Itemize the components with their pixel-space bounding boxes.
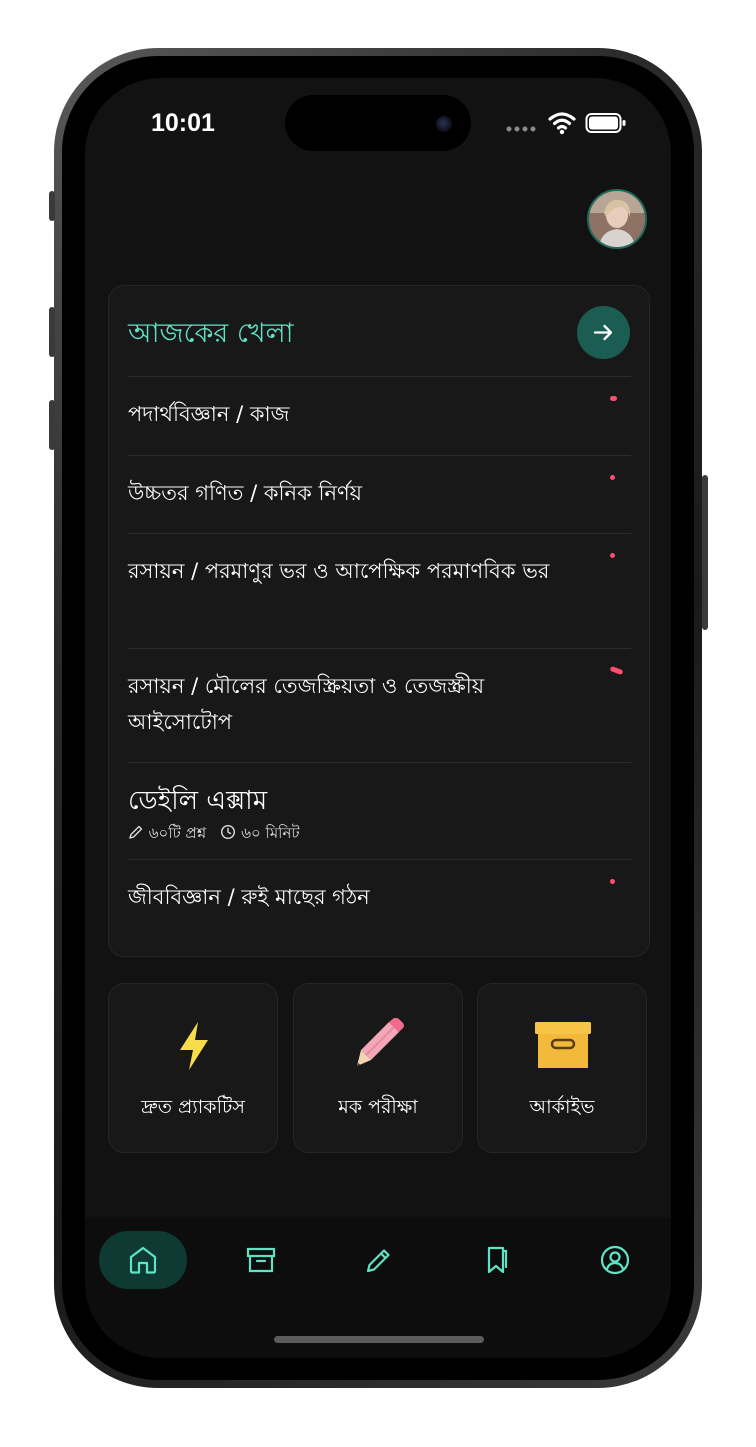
exam-meta: ৬০টি প্রশ্ন ৬০ মিনিট bbox=[128, 823, 300, 843]
archive-icon bbox=[246, 1247, 276, 1273]
signal-dots-icon bbox=[506, 126, 536, 132]
archive-label: আর্কাইভ bbox=[529, 1096, 595, 1118]
list-item[interactable]: উচ্চতর গণিত / কনিক নির্ণয় bbox=[128, 455, 631, 534]
quick-practice-label: দ্রুত প্র্যাকটিস bbox=[141, 1096, 245, 1118]
side-button-action bbox=[49, 191, 55, 221]
status-time: 10:01 bbox=[151, 109, 215, 137]
home-indicator[interactable] bbox=[274, 1336, 484, 1343]
progress-indicator bbox=[610, 879, 615, 884]
tab-practice[interactable] bbox=[335, 1231, 423, 1289]
pencil-icon bbox=[357, 1018, 404, 1066]
progress-indicator bbox=[610, 553, 615, 558]
list-item-label: পদার্থবিজ্ঞান / কাজ bbox=[128, 402, 290, 426]
mock-test-label: মক পরীক্ষা bbox=[338, 1096, 418, 1118]
exam-item[interactable]: ডেইলি এক্সাম ৬০টি প্রশ্ন ৬০ মিনিট bbox=[128, 762, 631, 860]
side-button-volume-down bbox=[49, 400, 55, 450]
side-button-power bbox=[702, 475, 708, 630]
pencil-icon bbox=[366, 1249, 390, 1273]
progress-indicator bbox=[610, 475, 615, 480]
today-card: আজকের খেলা পদার্থবিজ্ঞান / কাজ উচ্চতর গণ… bbox=[108, 285, 650, 957]
profile-icon bbox=[600, 1245, 630, 1275]
lightning-icon bbox=[180, 1022, 208, 1070]
list-item-label: রসায়ন / মৌলের তেজস্ক্রিয়তা ও তেজস্ক্রী… bbox=[128, 674, 485, 734]
progress-indicator bbox=[609, 665, 624, 676]
open-today-button[interactable] bbox=[577, 306, 630, 359]
side-button-volume-up bbox=[49, 307, 55, 357]
camera-icon bbox=[436, 116, 452, 132]
list-item-label: রসায়ন / পরমাণুর ভর ও আপেক্ষিক পরমাণবিক … bbox=[128, 559, 550, 583]
archive-button[interactable]: আর্কাইভ bbox=[477, 983, 647, 1153]
card-title: আজকের খেলা bbox=[128, 318, 294, 349]
mock-test-button[interactable]: মক পরীক্ষা bbox=[293, 983, 463, 1153]
arrow-right-icon bbox=[593, 324, 613, 341]
tab-bookmarks[interactable] bbox=[453, 1231, 541, 1289]
progress-indicator bbox=[610, 396, 617, 401]
list-item[interactable]: রসায়ন / মৌলের তেজস্ক্রিয়তা ও তেজস্ক্রী… bbox=[128, 648, 631, 763]
battery-icon bbox=[585, 113, 626, 133]
avatar[interactable] bbox=[587, 189, 647, 249]
tab-archive[interactable] bbox=[217, 1231, 305, 1289]
home-icon bbox=[129, 1246, 157, 1274]
exam-title: ডেইলি এক্সাম bbox=[128, 786, 268, 816]
screen: 10:01 আজকের খেলা পদার্থবিজ্ঞান / কাজ উচ্… bbox=[85, 78, 671, 1358]
wifi-icon bbox=[548, 112, 576, 135]
list-item[interactable]: পদার্থবিজ্ঞান / কাজ bbox=[128, 376, 631, 456]
list-item[interactable]: জীববিজ্ঞান / রুই মাছের গঠন bbox=[128, 859, 631, 938]
list-item-label: জীববিজ্ঞান / রুই মাছের গঠন bbox=[128, 885, 370, 909]
bookmark-icon bbox=[487, 1246, 508, 1274]
status-icons bbox=[505, 110, 655, 136]
quick-practice-button[interactable]: দ্রুত প্র্যাকটিস bbox=[108, 983, 278, 1153]
clock-icon bbox=[221, 824, 236, 840]
pencil-small-icon bbox=[129, 825, 143, 839]
avatar-photo bbox=[589, 191, 645, 247]
exam-questions: ৬০টি প্রশ্ন bbox=[148, 824, 207, 842]
tab-profile[interactable] bbox=[571, 1231, 659, 1289]
exam-duration: ৬০ মিনিট bbox=[241, 824, 300, 842]
archive-box-icon bbox=[535, 1022, 591, 1068]
list-item-label: উচ্চতর গণিত / কনিক নির্ণয় bbox=[128, 481, 363, 505]
list-item[interactable]: রসায়ন / পরমাণুর ভর ও আপেক্ষিক পরমাণবিক … bbox=[128, 533, 631, 649]
tab-home[interactable] bbox=[99, 1231, 187, 1289]
